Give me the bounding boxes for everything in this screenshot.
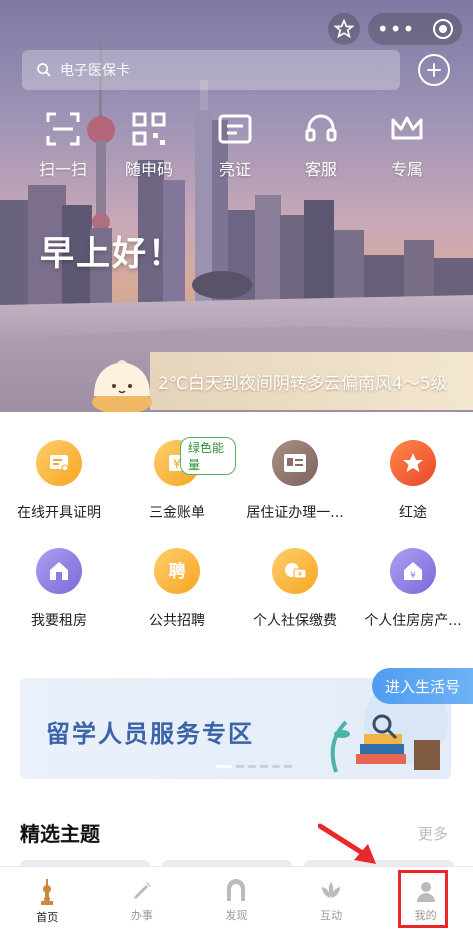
red-arrow-annotation-icon xyxy=(318,823,376,864)
quick-actions: 扫一扫 随申码 亮证 客服 专属 xyxy=(0,112,473,180)
quick-action-label: 客服 xyxy=(304,160,337,179)
highlight-box-annotation xyxy=(398,870,448,928)
weather-text: 2℃白天到夜间阴转多云偏南风4～5级 xyxy=(158,373,448,394)
green-energy-badge: 绿色能量 xyxy=(180,437,236,475)
app-page: ••• 电子医保卡 扫一扫 随申码 亮证 客服 专属 早上好！ 2℃白天到夜间阴… xyxy=(0,0,473,933)
card-icon xyxy=(218,114,252,144)
crown-icon xyxy=(391,116,423,140)
favorite-button[interactable] xyxy=(328,13,360,45)
search-icon xyxy=(37,63,51,77)
pen-icon xyxy=(133,882,151,899)
mini-program-capsule: ••• xyxy=(368,13,462,45)
service-label: 个人住房房产... xyxy=(364,613,462,629)
star-icon xyxy=(334,19,354,39)
recruit-icon: 聘 xyxy=(154,548,200,594)
tab-label: 发现 xyxy=(225,909,248,922)
service-label: 红途 xyxy=(399,505,427,521)
service-personal-housing[interactable]: ¥ 个人住房房产... xyxy=(354,548,472,656)
more-link[interactable]: 更多 xyxy=(418,823,448,844)
tab-services[interactable]: 办事 xyxy=(95,867,190,933)
tab-label: 首页 xyxy=(36,911,59,924)
steamed-bun-mascot-icon xyxy=(92,360,152,412)
service-public-recruitment[interactable]: 聘 公共招聘 xyxy=(118,548,236,656)
quick-action-license[interactable]: 亮证 xyxy=(192,112,278,180)
certificate-icon xyxy=(36,440,82,486)
services-grid: 在线开具证明 ¥ 绿色能量 三金账单 居住证办理一... 红途 我要租房 聘 公… xyxy=(0,437,473,656)
service-online-certificate[interactable]: 在线开具证明 xyxy=(0,440,118,548)
service-label: 我要租房 xyxy=(31,613,87,629)
service-red-route[interactable]: 红途 xyxy=(354,440,472,548)
banner-pagination xyxy=(216,765,292,768)
red-star-icon xyxy=(390,440,436,486)
close-target-icon[interactable] xyxy=(433,19,454,39)
id-card-icon xyxy=(272,440,318,486)
qr-code-icon xyxy=(132,112,166,146)
section-title: 精选主题 xyxy=(20,822,100,846)
scan-icon xyxy=(46,112,80,146)
quick-action-label: 专属 xyxy=(390,160,423,179)
search-bar[interactable]: 电子医保卡 xyxy=(22,50,400,90)
quick-action-exclusive[interactable]: 专属 xyxy=(364,112,450,180)
plus-icon xyxy=(427,63,441,77)
quick-action-label: 随申码 xyxy=(124,160,173,179)
tab-discover[interactable]: 发现 xyxy=(189,867,284,933)
service-label: 在线开具证明 xyxy=(17,505,101,521)
greeting-text: 早上好！ xyxy=(40,234,184,274)
social-security-icon: ¥ xyxy=(272,548,318,594)
tower-icon xyxy=(41,879,54,905)
quick-action-qr-code[interactable]: 随申码 xyxy=(106,112,192,180)
service-rent-house[interactable]: 我要租房 xyxy=(0,548,118,656)
house-rent-icon xyxy=(36,548,82,594)
hero-section: ••• 电子医保卡 扫一扫 随申码 亮证 客服 专属 早上好！ 2℃白天到夜间阴… xyxy=(0,0,473,412)
service-label: 公共招聘 xyxy=(149,613,205,629)
more-options-icon[interactable]: ••• xyxy=(377,19,415,39)
quick-action-service[interactable]: 客服 xyxy=(278,112,364,180)
search-placeholder: 电子医保卡 xyxy=(60,63,130,79)
service-three-funds-bill[interactable]: ¥ 绿色能量 三金账单 xyxy=(118,437,236,548)
gate-icon xyxy=(227,879,246,901)
quick-action-scan[interactable]: 扫一扫 xyxy=(20,112,106,180)
tab-home[interactable]: 首页 xyxy=(0,867,95,933)
banner-title: 留学人员服务专区 xyxy=(46,720,254,748)
quick-action-label: 扫一扫 xyxy=(38,160,87,179)
enter-life-account-button[interactable]: 进入生活号 xyxy=(372,668,473,704)
tab-interact[interactable]: 互动 xyxy=(284,867,379,933)
add-button[interactable] xyxy=(418,54,450,86)
weather-bar[interactable]: 2℃白天到夜间阴转多云偏南风4～5级 xyxy=(150,352,473,410)
quick-action-label: 亮证 xyxy=(218,160,251,179)
tab-label: 互动 xyxy=(320,909,343,922)
lotus-icon xyxy=(322,882,341,898)
service-label: 个人社保缴费 xyxy=(253,613,337,629)
svg-text:¥: ¥ xyxy=(410,571,416,581)
service-label: 三金账单 xyxy=(149,505,205,521)
svg-text:聘: 聘 xyxy=(169,561,186,582)
service-label: 居住证办理一... xyxy=(246,505,344,521)
service-residence-permit[interactable]: 居住证办理一... xyxy=(236,440,354,548)
tab-label: 办事 xyxy=(130,909,153,922)
headset-icon xyxy=(305,114,337,142)
house-yen-icon: ¥ xyxy=(390,548,436,594)
svg-text:¥: ¥ xyxy=(298,570,303,578)
service-social-security-payment[interactable]: ¥ 个人社保缴费 xyxy=(236,548,354,656)
